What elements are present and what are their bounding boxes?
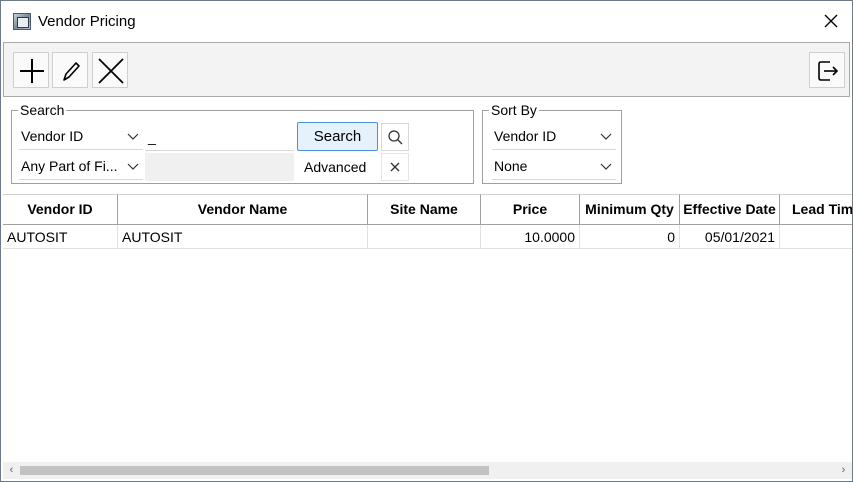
cell-vendor-id: AUTOSIT [3, 225, 118, 249]
magnifier-icon [388, 130, 403, 145]
plus-icon [20, 59, 44, 83]
horizontal-scrollbar[interactable]: ‹ › [3, 462, 852, 479]
delete-button[interactable] [92, 52, 128, 88]
clear-icon [390, 162, 400, 172]
clear-search-button[interactable] [381, 153, 409, 181]
scroll-left-arrow-icon[interactable]: ‹ [3, 462, 20, 479]
advanced-link[interactable]: Advanced [304, 153, 366, 181]
column-header-effective-date[interactable]: Effective Date [680, 194, 780, 225]
sort-secondary-value: None [494, 158, 528, 174]
exit-icon [818, 61, 839, 81]
search-button[interactable]: Search [297, 122, 378, 151]
column-header-lead-time[interactable]: Lead Time [780, 194, 852, 225]
sort-primary-value: Vendor ID [494, 128, 557, 144]
exit-button[interactable] [809, 52, 845, 88]
add-button[interactable] [13, 52, 49, 88]
sort-primary-select[interactable]: Vendor ID [492, 123, 616, 150]
app-icon [13, 13, 31, 30]
toolbar [3, 42, 850, 97]
column-header-site-name[interactable]: Site Name [368, 194, 481, 225]
cell-effective-date: 05/01/2021 [680, 225, 780, 249]
sort-secondary-select[interactable]: None [492, 153, 616, 180]
scrollbar-thumb[interactable] [20, 466, 489, 475]
search-field-select[interactable]: Vendor ID [19, 123, 143, 150]
find-button[interactable] [381, 123, 409, 151]
search-legend: Search [18, 102, 67, 118]
secondary-search-input [145, 153, 294, 181]
vendor-pricing-grid: Vendor ID Vendor Name Site Name Price Mi… [3, 194, 852, 461]
title-bar: Vendor Pricing [1, 1, 852, 42]
scroll-right-arrow-icon[interactable]: › [835, 462, 852, 479]
edit-button[interactable] [52, 52, 88, 88]
vendor-pricing-window: Vendor Pricing Search Vendor ID _ Search… [0, 0, 853, 482]
search-input[interactable]: _ [145, 123, 294, 151]
chevron-down-icon [127, 133, 139, 140]
cell-vendor-name: AUTOSIT [118, 225, 368, 249]
close-window-button[interactable] [820, 10, 842, 32]
column-header-vendor-name[interactable]: Vendor Name [118, 194, 368, 225]
grid-header: Vendor ID Vendor Name Site Name Price Mi… [3, 194, 852, 225]
match-mode-select[interactable]: Any Part of Fi... [19, 153, 143, 180]
cell-lead-time [780, 225, 852, 249]
match-mode-value: Any Part of Fi... [21, 158, 118, 174]
chevron-down-icon [127, 163, 139, 170]
column-header-vendor-id[interactable]: Vendor ID [3, 194, 118, 225]
x-icon [98, 58, 124, 84]
sort-legend: Sort By [489, 102, 539, 118]
pencil-icon [63, 62, 80, 81]
table-row[interactable]: AUTOSIT AUTOSIT 10.0000 0 05/01/2021 [3, 225, 852, 249]
cell-minimum-qty: 0 [580, 225, 680, 249]
close-icon [824, 14, 838, 28]
cell-price: 10.0000 [481, 225, 580, 249]
search-field-value: Vendor ID [21, 128, 84, 144]
cell-site-name [368, 225, 481, 249]
column-header-minimum-qty[interactable]: Minimum Qty [580, 194, 680, 225]
chevron-down-icon [600, 163, 612, 170]
column-header-price[interactable]: Price [481, 194, 580, 225]
chevron-down-icon [600, 133, 612, 140]
window-title: Vendor Pricing [38, 13, 136, 30]
